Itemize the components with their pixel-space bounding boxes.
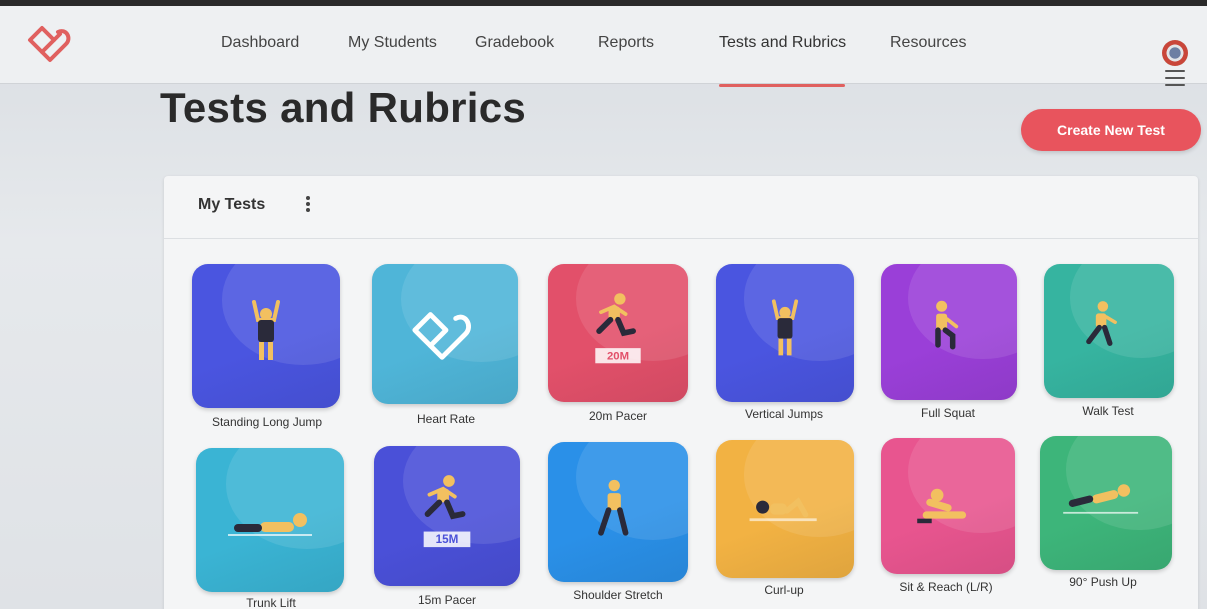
test-tile[interactable] (372, 264, 518, 404)
squat-icon (935, 300, 959, 350)
curlup-icon (749, 497, 817, 522)
test-tile-label: Sit & Reach (L/R) (899, 580, 993, 594)
active-tab-indicator (719, 84, 845, 87)
sit-reach-icon (917, 488, 967, 524)
test-tile[interactable]: 15M (374, 446, 520, 586)
test-tile-label: 20m Pacer (588, 409, 648, 423)
nav-reports[interactable]: Reports (598, 34, 654, 52)
test-tile-label: Full Squat (920, 406, 976, 420)
nav-resources[interactable]: Resources (890, 34, 966, 52)
brand-heart-logo-icon[interactable] (20, 18, 76, 66)
test-tile-label: Walk Test (1082, 404, 1134, 418)
test-tile-label: 90° Push Up (1069, 575, 1137, 589)
test-tile[interactable] (1044, 264, 1174, 398)
test-tile[interactable] (548, 442, 688, 582)
more-options-icon[interactable] (304, 196, 312, 214)
prone-figure-icon (228, 513, 312, 536)
test-tile-label: Heart Rate (416, 412, 476, 426)
heart-logo-icon (412, 312, 471, 360)
card-header: My Tests (164, 176, 1198, 239)
pushup-icon (1063, 484, 1139, 514)
test-tile-label: 15m Pacer (417, 593, 477, 607)
distance-badge: 20M (607, 350, 629, 362)
test-tile-label: Standing Long Jump (211, 415, 323, 429)
test-tile-label: Curl-up (764, 583, 804, 597)
test-tile[interactable] (192, 264, 340, 408)
nav-gradebook[interactable]: Gradebook (475, 34, 554, 52)
my-tests-title: My Tests (198, 196, 266, 213)
runner-icon (424, 475, 466, 520)
test-tile[interactable] (716, 440, 854, 578)
test-tile[interactable] (1040, 436, 1172, 570)
nav-my-students[interactable]: My Students (348, 34, 437, 52)
distance-badge: 15M (436, 533, 459, 546)
create-new-test-button[interactable]: Create New Test (1021, 109, 1201, 151)
stretch-figure-icon (598, 479, 629, 536)
test-tile[interactable] (881, 264, 1017, 400)
runner-icon (596, 293, 636, 337)
standing-figure-icon (252, 300, 280, 360)
test-tile[interactable] (881, 438, 1015, 574)
top-navigation: Dashboard My Students Gradebook Reports … (0, 6, 1207, 87)
test-tile[interactable] (716, 264, 854, 402)
walker-icon (1086, 301, 1117, 346)
test-tile[interactable]: 20M (548, 264, 688, 402)
test-tile-label: Trunk Lift (246, 596, 296, 609)
test-tile-label: Vertical Jumps (744, 407, 824, 421)
page-title: Tests and Rubrics (160, 84, 527, 131)
user-avatar[interactable] (1162, 40, 1188, 66)
nav-dashboard[interactable]: Dashboard (221, 34, 299, 52)
nav-tests-and-rubrics[interactable]: Tests and Rubrics (719, 34, 846, 52)
test-tile[interactable] (196, 448, 344, 592)
hamburger-menu-icon[interactable] (1165, 70, 1185, 86)
standing-figure-icon (771, 299, 799, 356)
test-tile-label: Shoulder Stretch (573, 588, 663, 602)
